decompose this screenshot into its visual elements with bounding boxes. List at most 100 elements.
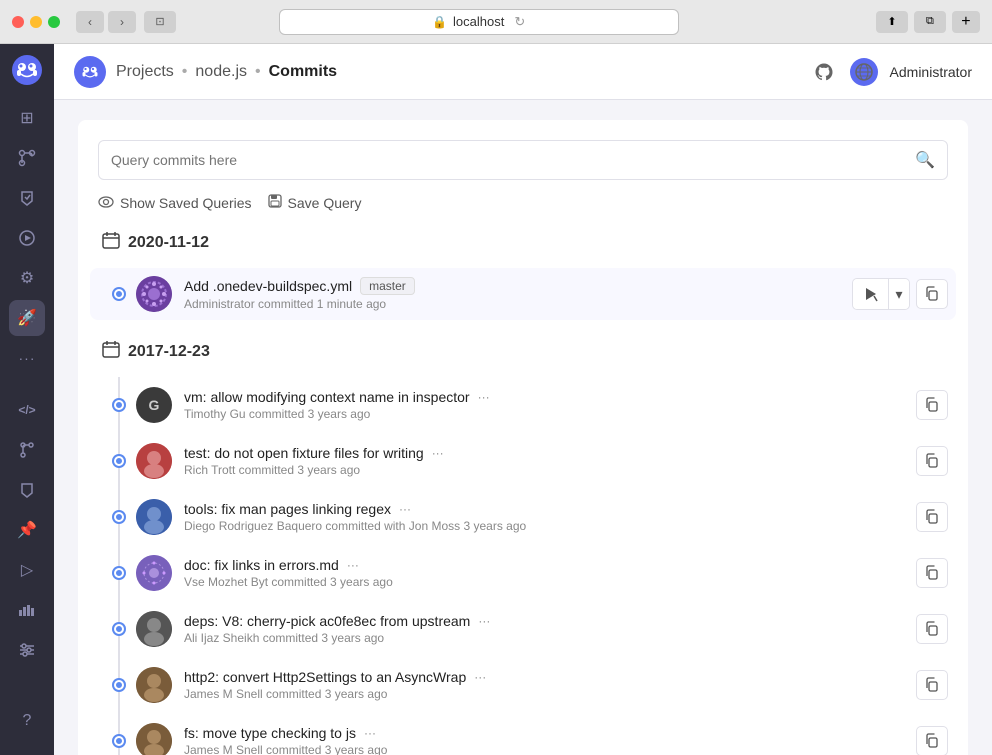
sliders-icon bbox=[18, 643, 36, 657]
brand-logo bbox=[74, 56, 106, 88]
share-button[interactable]: ⬆ bbox=[876, 11, 908, 33]
commit-meta: James M Snell committed 3 years ago bbox=[184, 743, 904, 755]
copy-button[interactable] bbox=[916, 279, 948, 309]
save-icon bbox=[268, 194, 282, 211]
close-button[interactable] bbox=[12, 16, 24, 28]
date-group-2017: 2017-12-23 G vm: allow modifying context… bbox=[98, 340, 948, 755]
commit-dots[interactable]: ··· bbox=[364, 726, 376, 740]
copy-button[interactable] bbox=[916, 502, 948, 532]
commit-title-text: Add .onedev-buildspec.yml bbox=[184, 278, 352, 294]
sidebar-item-rocket[interactable]: 🚀 bbox=[9, 300, 45, 336]
sidebar-item-chart[interactable] bbox=[9, 592, 45, 628]
commit-meta: Timothy Gu committed 3 years ago bbox=[184, 407, 904, 421]
globe-icon bbox=[854, 62, 874, 82]
copy-icon bbox=[924, 397, 940, 413]
run-main-button[interactable] bbox=[853, 279, 889, 309]
sidebar-item-help[interactable]: ? bbox=[9, 703, 45, 739]
commit-dots[interactable]: ··· bbox=[399, 502, 411, 516]
topnav: Projects • node.js • Commits bbox=[54, 44, 992, 100]
commit-title: tools: fix man pages linking regex ··· bbox=[184, 501, 904, 517]
run-dropdown-button[interactable]: ▾ bbox=[889, 279, 909, 309]
avatar-vse-icon bbox=[136, 555, 172, 591]
breadcrumb-projects[interactable]: Projects bbox=[116, 63, 174, 81]
sidebar-item-more[interactable]: ··· bbox=[9, 340, 45, 376]
breadcrumb-sep1: • bbox=[182, 63, 188, 81]
commit-info: doc: fix links in errors.md ··· Vse Mozh… bbox=[184, 557, 904, 589]
duplicate-button[interactable]: ⧉ bbox=[914, 11, 946, 33]
commit-actions bbox=[916, 446, 948, 476]
back-button[interactable]: ‹ bbox=[76, 11, 104, 33]
sidebar-item-dashboard[interactable]: ⊞ bbox=[9, 100, 45, 136]
commit-info: tools: fix man pages linking regex ··· D… bbox=[184, 501, 904, 533]
commit-actions bbox=[916, 390, 948, 420]
sidebar-item-pin[interactable]: 📌 bbox=[9, 512, 45, 548]
commit-dots[interactable]: ··· bbox=[478, 614, 490, 628]
commit-dots[interactable]: ··· bbox=[432, 446, 444, 460]
commit-dots[interactable]: ··· bbox=[347, 558, 359, 572]
sidebar-item-builds[interactable] bbox=[9, 180, 45, 216]
minimize-button[interactable] bbox=[30, 16, 42, 28]
copy-button[interactable] bbox=[916, 558, 948, 588]
sidebar-item-settings[interactable]: ⚙ bbox=[9, 260, 45, 296]
copy-button[interactable] bbox=[916, 614, 948, 644]
avatar-james2-icon bbox=[136, 723, 172, 755]
run-button[interactable]: ▾ bbox=[852, 278, 910, 310]
view-button[interactable]: ⊡ bbox=[144, 11, 176, 33]
sidebar-item-deploy[interactable] bbox=[9, 472, 45, 508]
brand-logo-icon bbox=[78, 60, 102, 84]
breadcrumb-nodejs[interactable]: node.js bbox=[195, 63, 247, 81]
url-text: localhost bbox=[453, 14, 504, 29]
commit-info: fs: move type checking to js ··· James M… bbox=[184, 725, 904, 755]
date-group-2020: 2020-11-12 bbox=[98, 231, 948, 320]
sidebar-item-branch[interactable] bbox=[9, 432, 45, 468]
commit-dots[interactable]: ··· bbox=[474, 670, 486, 684]
copy-icon bbox=[924, 565, 940, 581]
search-icon[interactable]: 🔍 bbox=[915, 150, 935, 170]
commit-info: deps: V8: cherry-pick ac0fe8ec from upst… bbox=[184, 613, 904, 645]
show-saved-queries-button[interactable]: Show Saved Queries bbox=[98, 195, 252, 211]
address-bar[interactable]: 🔒 localhost ↻ bbox=[279, 9, 679, 35]
commit-meta: Administrator committed 1 minute ago bbox=[184, 297, 840, 311]
commit-dot bbox=[114, 568, 124, 578]
commit-title: Add .onedev-buildspec.yml master bbox=[184, 277, 840, 295]
sidebar-item-sliders[interactable] bbox=[9, 632, 45, 668]
copy-icon bbox=[924, 733, 940, 749]
copy-button[interactable] bbox=[916, 726, 948, 755]
commit-dot bbox=[114, 512, 124, 522]
commit-meta: James M Snell committed 3 years ago bbox=[184, 687, 904, 701]
reload-icon[interactable]: ↻ bbox=[514, 14, 525, 30]
sidebar-item-code[interactable] bbox=[9, 140, 45, 176]
commit-title: doc: fix links in errors.md ··· bbox=[184, 557, 904, 573]
commit-badge: master bbox=[360, 277, 415, 295]
commit-meta: Diego Rodriguez Baquero committed with J… bbox=[184, 519, 904, 533]
breadcrumb-commits[interactable]: Commits bbox=[269, 63, 337, 81]
avatar-james1-icon bbox=[136, 667, 172, 703]
maximize-button[interactable] bbox=[48, 16, 60, 28]
commit-dots[interactable]: ··· bbox=[478, 390, 490, 404]
copy-button[interactable] bbox=[916, 390, 948, 420]
sidebar-item-play[interactable] bbox=[9, 220, 45, 256]
query-toolbar: Show Saved Queries Save Query bbox=[98, 194, 948, 211]
search-input[interactable] bbox=[111, 152, 915, 168]
sidebar-item-play2[interactable]: ▷ bbox=[9, 552, 45, 588]
github-icon[interactable] bbox=[810, 58, 838, 86]
commit-item: http2: convert Http2Settings to an Async… bbox=[98, 657, 948, 713]
save-query-button[interactable]: Save Query bbox=[268, 194, 362, 211]
commit-title: fs: move type checking to js ··· bbox=[184, 725, 904, 741]
copy-button[interactable] bbox=[916, 446, 948, 476]
commit-actions: ▾ bbox=[852, 278, 948, 310]
forward-button[interactable]: › bbox=[108, 11, 136, 33]
sidebar-item-code2[interactable]: </> bbox=[9, 392, 45, 428]
app-logo[interactable] bbox=[9, 52, 45, 88]
commit-title: http2: convert Http2Settings to an Async… bbox=[184, 669, 904, 685]
new-tab-button[interactable]: + bbox=[952, 11, 980, 33]
commit-item: Add .onedev-buildspec.yml master Adminis… bbox=[90, 268, 956, 320]
commit-meta: Rich Trott committed 3 years ago bbox=[184, 463, 904, 477]
copy-button[interactable] bbox=[916, 670, 948, 700]
avatar-diego bbox=[136, 499, 172, 535]
date-text-2020: 2020-11-12 bbox=[128, 234, 209, 252]
commit-item: G vm: allow modifying context name in in… bbox=[98, 377, 948, 433]
copy-icon bbox=[924, 677, 940, 693]
breadcrumb: Projects • node.js • Commits bbox=[116, 63, 337, 81]
commit-title-text: http2: convert Http2Settings to an Async… bbox=[184, 669, 466, 685]
